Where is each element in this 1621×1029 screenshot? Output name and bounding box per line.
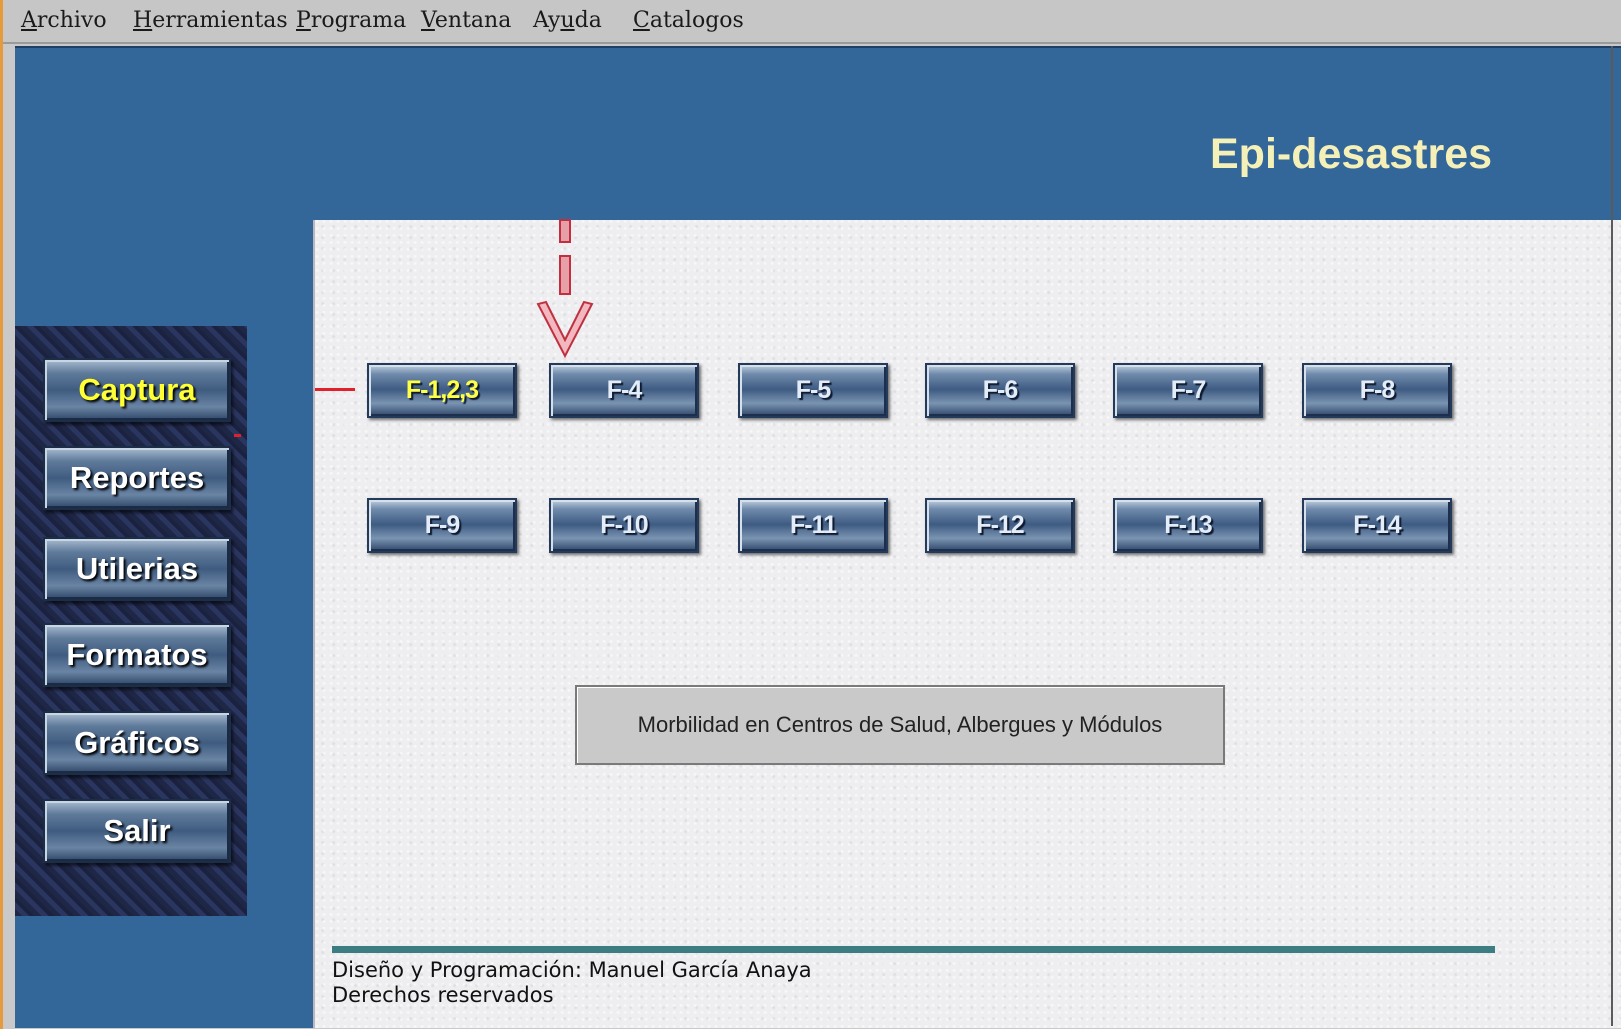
captura-button[interactable]: Captura bbox=[43, 358, 231, 422]
form-f7-button[interactable]: F-7 bbox=[1113, 363, 1263, 418]
form-f6-button[interactable]: F-6 bbox=[925, 363, 1075, 418]
form-f5-button[interactable]: F-5 bbox=[738, 363, 888, 418]
form-f14-button[interactable]: F-14 bbox=[1302, 498, 1452, 553]
menu-programa[interactable]: Programa bbox=[296, 8, 406, 33]
formatos-button[interactable]: Formatos bbox=[43, 623, 231, 687]
connector-line bbox=[234, 434, 241, 437]
menu-herramientas[interactable]: Herramientas bbox=[133, 8, 288, 33]
salir-button[interactable]: Salir bbox=[43, 799, 231, 863]
app-title: Epi-desastres bbox=[1210, 130, 1493, 178]
window-edge bbox=[0, 0, 3, 1029]
side-menu-panel: Captura Reportes Utilerias Formatos Gráf… bbox=[15, 326, 247, 916]
form-f11-button[interactable]: F-11 bbox=[738, 498, 888, 553]
form-f13-button[interactable]: F-13 bbox=[1113, 498, 1263, 553]
form-f12-button[interactable]: F-12 bbox=[925, 498, 1075, 553]
menu-archivo[interactable]: Archivo bbox=[21, 8, 107, 33]
form-f8-button[interactable]: F-8 bbox=[1302, 363, 1452, 418]
form-f1-2-3-button[interactable]: F-1,2,3 bbox=[367, 363, 517, 418]
reportes-button[interactable]: Reportes bbox=[43, 446, 231, 510]
form-f10-button[interactable]: F-10 bbox=[549, 498, 699, 553]
graficos-button[interactable]: Gráficos bbox=[43, 711, 231, 775]
menu-bar: Archivo Herramientas Programa Ventana Ay… bbox=[3, 0, 1621, 44]
form-f9-button[interactable]: F-9 bbox=[367, 498, 517, 553]
content-panel bbox=[313, 220, 1621, 1028]
menu-ayuda[interactable]: Ayuda bbox=[533, 8, 602, 33]
window-right-edge bbox=[1611, 46, 1613, 1026]
menu-ventana[interactable]: Ventana bbox=[421, 8, 511, 33]
footer-credit: Diseño y Programación: Manuel García Ana… bbox=[332, 958, 812, 982]
menu-catalogos[interactable]: Catalogos bbox=[633, 8, 744, 33]
down-arrow-icon bbox=[536, 219, 594, 359]
footer-divider bbox=[332, 946, 1495, 953]
connector-line-right bbox=[315, 388, 355, 391]
form-description-box: Morbilidad en Centros de Salud, Albergue… bbox=[575, 685, 1225, 765]
form-f4-button[interactable]: F-4 bbox=[549, 363, 699, 418]
utilerias-button[interactable]: Utilerias bbox=[43, 537, 231, 601]
footer-rights: Derechos reservados bbox=[332, 983, 554, 1007]
